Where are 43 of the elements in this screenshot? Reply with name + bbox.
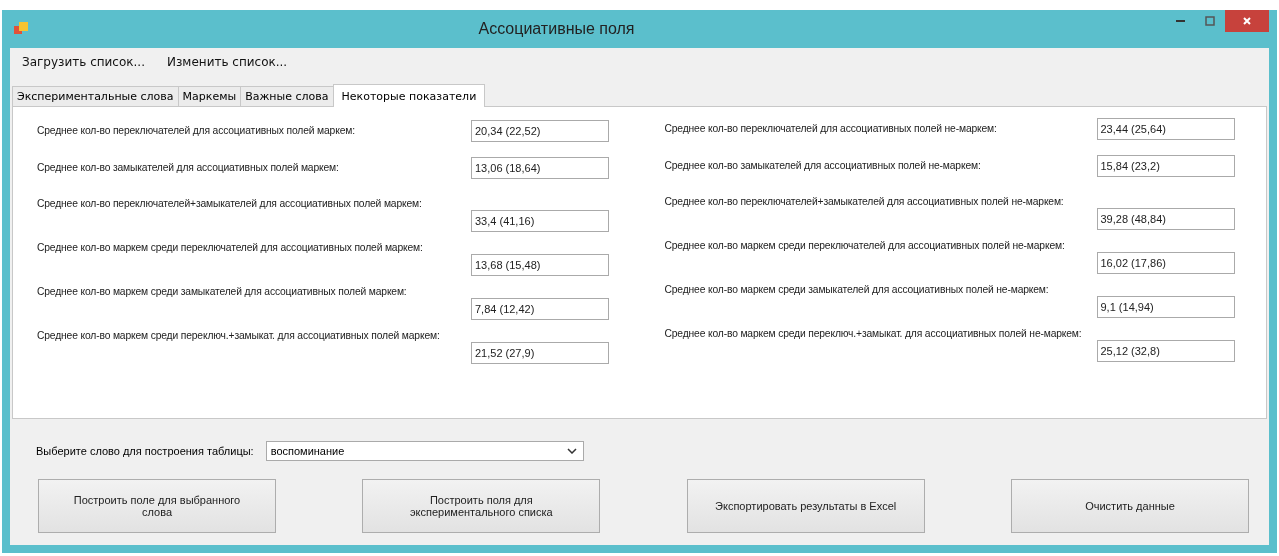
stat-label: Среднее кол-во маркем среди переключателей для ассоциативных полей маркем: [37,241,424,254]
maximize-icon [1204,15,1216,27]
word-label: Выберите слово для построения таблицы: [36,445,254,457]
stat-label: Среднее кол-во маркем среди переключ.+замыкат. для ассоциативных полей не-маркем: [664,327,1083,340]
minimize-icon [1175,20,1185,22]
stat-field[interactable]: 15,84 (23,2) [1096,154,1235,177]
tab[interactable]: Важные слова [240,86,334,106]
stat-label: Среднее кол-во замыкателей для ассоциативных полей маркем: [37,162,340,173]
stat-field[interactable]: 13,68 (15,48) [471,254,609,276]
stat-label: Среднее кол-во переключателей+замыкателей для ассоциативных полей не-маркем: [664,195,1065,208]
menu-item[interactable]: Изменить список... [167,55,288,69]
menu-item[interactable]: Загрузить список... [22,55,145,69]
action-button[interactable]: Построить поле для выбранного слова [38,479,276,533]
tab[interactable]: Некоторые показатели [332,84,486,107]
close-button[interactable] [1225,10,1269,32]
stat-label: Среднее кол-во переключателей для ассоциативных полей не-маркем: [664,123,998,134]
stat-field[interactable]: 13,06 (18,64) [471,156,609,179]
action-button[interactable]: Экспортировать результаты в Excel [686,479,925,533]
stat-label: Среднее кол-во замыкателей для ассоциативных полей не-маркем: [664,160,982,171]
stat-field[interactable]: 9,1 (14,94) [1096,296,1235,318]
stat-label: Среднее кол-во маркем среди переключателей для ассоциативных полей не-маркем: [664,239,1066,252]
stat-field[interactable]: 25,12 (32,8) [1096,340,1235,362]
action-button[interactable]: Построить поля для экспериментального списка [362,479,601,533]
stat-label: Среднее кол-во переключателей+замыкателей для ассоциативных полей маркем: [37,197,423,210]
stat-label: Среднее кол-во маркем среди замыкателей для ассоциативных полей маркем: [37,285,408,298]
word-dropdown[interactable]: воспоминание [265,441,584,461]
tab[interactable]: Экспериментальные слова [12,86,179,106]
stat-label: Среднее кол-во маркем среди замыкателей для ассоциативных полей не-маркем: [664,283,1050,296]
action-button[interactable]: Очистить данные [1011,479,1249,533]
caret-icon [566,448,577,454]
stat-field[interactable]: 39,28 (48,84) [1096,208,1235,230]
stat-field[interactable]: 23,44 (25,64) [1096,117,1235,140]
stat-field[interactable]: 33,4 (41,16) [471,210,609,232]
tab[interactable]: Маркемы [177,86,242,106]
stat-field[interactable]: 20,34 (22,52) [471,119,609,142]
stat-field[interactable]: 16,02 (17,86) [1096,252,1235,274]
stat-field[interactable]: 7,84 (12,42) [471,298,609,320]
window-title: Ассоциативные поля [478,20,635,38]
stat-label: Среднее кол-во маркем среди переключ.+замыкат. для ассоциативных полей маркем: [37,329,441,342]
stat-field[interactable]: 21,52 (27,9) [471,342,609,364]
stat-label: Среднее кол-во переключателей для ассоциативных полей маркем: [37,125,356,136]
close-icon [1241,15,1253,27]
app-icon [14,22,28,36]
